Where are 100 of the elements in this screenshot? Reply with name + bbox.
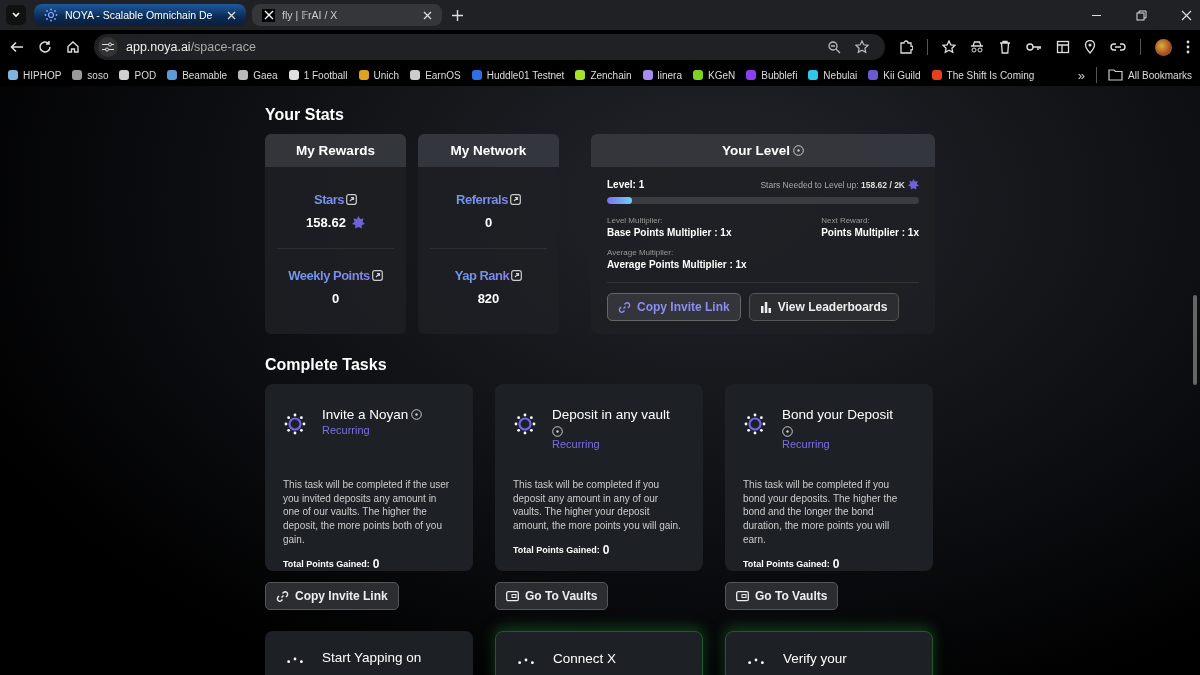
menu-icon[interactable] bbox=[1186, 40, 1190, 54]
all-bookmarks-button[interactable]: All Bookmarks bbox=[1108, 69, 1192, 81]
wallet-icon bbox=[506, 590, 519, 602]
bookmark[interactable]: Kii Guild bbox=[868, 69, 921, 81]
help-icon[interactable] bbox=[782, 426, 793, 437]
task-title: Invite a Noyan bbox=[322, 406, 409, 423]
close-icon[interactable] bbox=[423, 10, 432, 20]
bookmark[interactable]: Unich bbox=[358, 69, 400, 81]
new-tab-icon[interactable] bbox=[452, 9, 463, 21]
profile-avatar[interactable] bbox=[1155, 38, 1172, 56]
card-title: My Network bbox=[418, 134, 559, 167]
bookmark[interactable]: EarnOS bbox=[410, 69, 461, 81]
card-title: My Rewards bbox=[265, 134, 406, 167]
sun-icon bbox=[44, 8, 58, 22]
bookmark[interactable]: HIPHOP bbox=[8, 69, 62, 81]
bookmark[interactable]: Huddle01 Testnet bbox=[471, 69, 565, 81]
more-bookmarks-button[interactable]: » bbox=[1077, 67, 1086, 83]
task-title: Connect X bbox=[553, 650, 617, 667]
browser-tab[interactable]: fly | 𝔽rAI / X bbox=[252, 4, 442, 26]
link-icon[interactable] bbox=[1110, 41, 1127, 53]
stat-link[interactable]: Referrals bbox=[456, 191, 521, 207]
address-bar[interactable]: app.noya.ai/space-race bbox=[94, 34, 886, 60]
bookmark[interactable]: 1 Football bbox=[288, 69, 348, 81]
recurring-tag: Recurring bbox=[322, 424, 423, 436]
leaderboards-button[interactable]: View Leaderboards bbox=[748, 293, 899, 321]
total-points-value: 0 bbox=[832, 556, 840, 571]
site-settings-icon[interactable] bbox=[98, 37, 118, 57]
bookmark[interactable]: Nebulai bbox=[808, 69, 858, 81]
stat-link[interactable]: Yap Rank bbox=[454, 267, 523, 283]
total-points-value: 0 bbox=[372, 556, 380, 571]
go-to-vaults-button[interactable]: Go To Vaults bbox=[725, 582, 839, 610]
link-icon bbox=[618, 300, 631, 314]
bookmark[interactable]: The Shift Is Coming bbox=[931, 69, 1035, 81]
multiplier-caption: Next Reward: bbox=[821, 216, 870, 225]
bookmark[interactable]: Zenchain bbox=[575, 69, 632, 81]
help-icon[interactable] bbox=[552, 426, 563, 437]
help-icon[interactable] bbox=[411, 409, 423, 420]
multiplier-value: Average Points Multiplier : 1x bbox=[607, 259, 748, 270]
copy-invite-link-button[interactable]: Copy Invite Link bbox=[265, 582, 399, 610]
multiplier-value: Base Points Multiplier : 1x bbox=[607, 227, 733, 238]
external-link-icon bbox=[509, 193, 521, 205]
go-to-vaults-button[interactable]: Go To Vaults bbox=[495, 582, 609, 610]
bookmark[interactable]: Beamable bbox=[167, 69, 228, 81]
bookmark[interactable]: linera bbox=[642, 69, 682, 81]
key-icon[interactable] bbox=[1026, 40, 1043, 54]
stat-value: 0 bbox=[484, 214, 493, 230]
stat-value: 820 bbox=[477, 290, 500, 306]
task-title: Verify your bbox=[783, 650, 847, 667]
recurring-tag: Recurring bbox=[552, 438, 670, 450]
reload-icon[interactable] bbox=[38, 40, 52, 54]
tab-search-button[interactable] bbox=[6, 5, 26, 25]
task-description: This task will be completed if the user you invited deposits any amount in one of our vaults. The higher the deposit, the more points both of you gain. bbox=[283, 478, 451, 547]
trash-icon[interactable] bbox=[998, 40, 1013, 54]
multiplier-caption: Average Multiplier: bbox=[607, 248, 675, 257]
link-icon bbox=[276, 589, 289, 603]
total-points-value: 0 bbox=[602, 542, 610, 557]
bookmark[interactable]: soso bbox=[72, 69, 109, 81]
bookmark[interactable]: POD bbox=[119, 69, 157, 81]
multiplier-caption: Level Multiplier: bbox=[607, 216, 664, 225]
caret-icon bbox=[11, 10, 21, 20]
bookmark[interactable]: Gaea bbox=[238, 69, 278, 81]
external-link-icon bbox=[511, 269, 523, 281]
star-icon[interactable] bbox=[855, 40, 870, 54]
close-icon[interactable] bbox=[1181, 9, 1192, 21]
close-icon[interactable] bbox=[227, 10, 236, 20]
incognito-icon[interactable] bbox=[970, 40, 985, 54]
stat-value: 158.62 bbox=[306, 214, 346, 230]
tab-title: NOYA - Scalable Omnichain De bbox=[65, 9, 214, 21]
tab-title: fly | 𝔽rAI / X bbox=[282, 9, 339, 21]
bookmark[interactable]: Bubblefi bbox=[746, 69, 798, 81]
total-points-label: Total Points Gained: bbox=[283, 558, 370, 569]
star-badge-icon bbox=[908, 179, 919, 190]
section-title: Complete Tasks bbox=[265, 356, 388, 374]
stat-link[interactable]: Weekly Points bbox=[288, 267, 383, 283]
recurring-tag: Recurring bbox=[782, 438, 900, 450]
level-label: Level: 1 bbox=[607, 179, 645, 190]
section-title: Your Stats bbox=[265, 106, 345, 124]
total-points-label: Total Points Gained: bbox=[743, 558, 830, 569]
layout-icon[interactable] bbox=[1056, 40, 1071, 54]
task-title: Bond your Deposit bbox=[782, 406, 894, 423]
url-path: /space-race bbox=[190, 40, 256, 54]
bookmark[interactable]: KGeN bbox=[693, 69, 736, 81]
location-pin-icon[interactable] bbox=[1084, 40, 1097, 54]
help-icon[interactable] bbox=[793, 145, 804, 156]
external-link-icon bbox=[346, 193, 357, 205]
folder-icon bbox=[1108, 69, 1124, 81]
zoom-icon[interactable] bbox=[828, 40, 842, 54]
card-title: Your Level bbox=[722, 143, 790, 158]
total-points-label: Total Points Gained: bbox=[513, 544, 600, 555]
star-icon[interactable] bbox=[942, 40, 957, 54]
multiplier-value: Points Multiplier : 1x bbox=[821, 227, 919, 238]
browser-tab[interactable]: NOYA - Scalable Omnichain De bbox=[34, 4, 246, 26]
restore-icon[interactable] bbox=[1136, 9, 1147, 21]
extensions-icon[interactable] bbox=[899, 40, 914, 54]
external-link-icon bbox=[371, 269, 383, 281]
stat-link[interactable]: Stars bbox=[314, 191, 357, 207]
copy-invite-link-button[interactable]: Copy Invite Link bbox=[607, 293, 741, 321]
home-icon[interactable] bbox=[66, 40, 80, 54]
task-title: Start Yapping on bbox=[322, 649, 422, 666]
back-icon[interactable] bbox=[10, 40, 24, 54]
